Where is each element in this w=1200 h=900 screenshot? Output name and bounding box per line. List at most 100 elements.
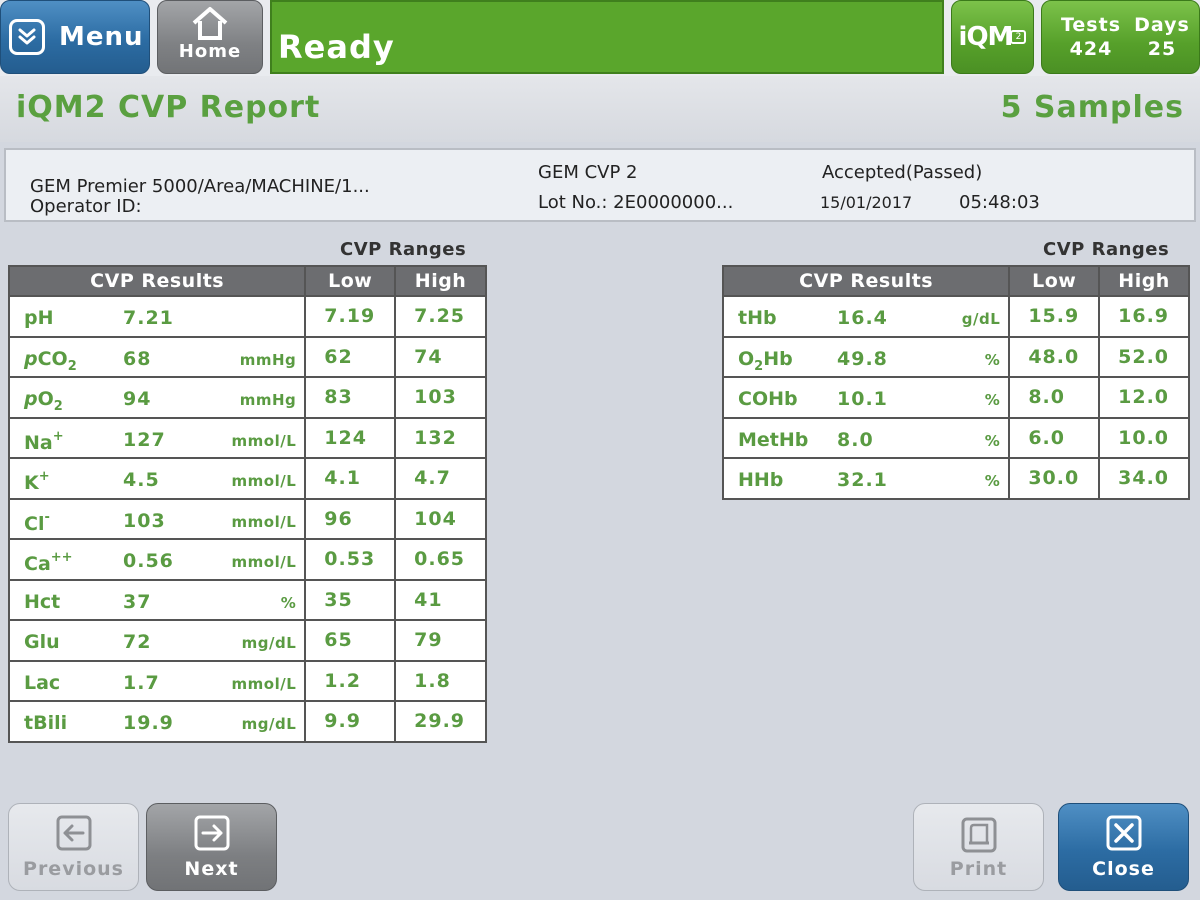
analyte-unit: mmol/L xyxy=(231,553,297,571)
range-high: 74 xyxy=(394,335,487,378)
range-low: 65 xyxy=(304,619,397,662)
analyte-unit: mmHg xyxy=(239,350,297,369)
analyte-value: 94 xyxy=(123,388,152,410)
home-button[interactable]: Home xyxy=(157,0,263,74)
column-header-results: CVP Results xyxy=(721,265,1011,297)
range-low: 48.0 xyxy=(1008,335,1101,378)
range-low: 8.0 xyxy=(1008,376,1101,419)
range-high: 41 xyxy=(394,578,487,621)
report-time: 05:48:03 xyxy=(959,192,1040,213)
analyte-value: 1.7 xyxy=(123,671,160,694)
range-high: 132 xyxy=(394,416,487,459)
close-label: Close xyxy=(1092,858,1155,880)
analyte-name: tBili xyxy=(24,712,68,734)
analyte-unit: mmol/L xyxy=(231,512,297,531)
table-row: O2Hb 49.8% 48.0 52.0 xyxy=(721,335,1190,378)
table-row: tBili 19.9 mg/dL 9.9 29.9 xyxy=(7,700,487,743)
analyte-value: 32.1 xyxy=(837,469,888,491)
days-value: 25 xyxy=(1147,38,1177,60)
table-row: Na+ 127 mmol/L 124 132 xyxy=(7,416,487,459)
table-row: Cl- 103 mmol/L 96 104 xyxy=(7,497,487,540)
close-button[interactable]: Close xyxy=(1058,803,1189,891)
analyte-name: Hct xyxy=(24,590,61,613)
analyte-unit: mmol/L xyxy=(231,674,297,693)
table-row: pO2 94 mmHg 83 103 xyxy=(7,376,487,419)
acceptance-status: Accepted(Passed) xyxy=(822,162,983,183)
analyte-name: COHb xyxy=(738,388,798,410)
analyte-value: 127 xyxy=(123,428,166,451)
menu-label: Menu xyxy=(59,22,144,52)
column-header-low: Low xyxy=(304,265,397,297)
range-low: 9.9 xyxy=(304,700,397,743)
arrow-right-icon xyxy=(147,814,276,854)
range-high: 12.0 xyxy=(1098,376,1190,419)
range-high: 104 xyxy=(394,497,487,540)
iqm-badge: 2 xyxy=(1010,30,1027,44)
range-low: 62 xyxy=(304,335,397,378)
analyte-name: pCO2 xyxy=(24,347,77,374)
analyte-name: Ca++ xyxy=(24,550,73,575)
print-label: Print xyxy=(949,858,1008,880)
sample-count: 5 Samples xyxy=(1000,90,1184,125)
analyte-value: 16.4 xyxy=(837,307,888,329)
printer-icon xyxy=(914,814,1043,854)
analyte-value: 19.9 xyxy=(123,712,174,734)
analyte-name: Lac xyxy=(24,671,61,694)
iqm-button[interactable]: iQM 2 xyxy=(951,0,1034,74)
analyte-name: O2Hb xyxy=(738,347,793,374)
analyte-value: 7.21 xyxy=(123,307,174,329)
analyte-name: tHb xyxy=(738,307,777,329)
analyte-unit: % xyxy=(984,391,1001,409)
previous-button[interactable]: Previous xyxy=(8,803,139,891)
range-high: 34.0 xyxy=(1098,457,1190,500)
next-button[interactable]: Next xyxy=(146,803,277,891)
previous-label: Previous xyxy=(23,858,124,880)
iqm-label: iQM xyxy=(958,22,1014,52)
table-row: K+ 4.5 mmol/L 4.1 4.7 xyxy=(7,457,487,500)
range-high: 4.7 xyxy=(394,457,487,500)
analyte-value: 72 xyxy=(123,631,152,653)
analyte-unit: % xyxy=(280,593,297,612)
range-low: 6.0 xyxy=(1008,416,1101,459)
analyte-name: pO2 xyxy=(24,388,63,414)
column-header-low: Low xyxy=(1008,265,1101,297)
home-label: Home xyxy=(178,41,242,62)
home-icon xyxy=(158,5,262,41)
analyte-value: 68 xyxy=(123,347,152,370)
report-info-panel: GEM Premier 5000/Area/MACHINE/1... Opera… xyxy=(4,148,1196,222)
analyte-name: Na+ xyxy=(24,428,64,454)
days-label: Days xyxy=(1134,14,1190,36)
analyte-value: 10.1 xyxy=(837,388,888,410)
analyte-unit: mmol/L xyxy=(231,431,297,450)
analyte-name: MetHb xyxy=(738,428,809,451)
print-button[interactable]: Print xyxy=(913,803,1044,891)
range-high: 1.8 xyxy=(394,659,487,702)
analyte-name: Cl- xyxy=(24,509,50,535)
range-low: 83 xyxy=(304,376,397,419)
range-low: 124 xyxy=(304,416,397,459)
analyte-unit: % xyxy=(984,472,1001,490)
tests-days-button[interactable]: Tests 424 Days 25 xyxy=(1041,0,1200,74)
menu-button[interactable]: Menu xyxy=(0,0,150,74)
cvp-ranges-label-right: CVP Ranges xyxy=(1043,239,1170,260)
range-high: 29.9 xyxy=(394,700,487,743)
range-low: 0.53 xyxy=(304,538,397,581)
range-low: 4.1 xyxy=(304,457,397,500)
next-label: Next xyxy=(184,858,239,880)
analyte-name: HHb xyxy=(738,469,784,491)
tests-value: 424 xyxy=(1069,38,1113,60)
range-high: 103 xyxy=(394,376,487,419)
column-header-high: High xyxy=(1098,265,1190,297)
range-high: 52.0 xyxy=(1098,335,1190,378)
table-row: tHb 16.4 g/dL 15.9 16.9 xyxy=(721,295,1190,338)
range-high: 79 xyxy=(394,619,487,662)
column-header-results: CVP Results xyxy=(7,265,307,297)
table-row: HHb 32.1% 30.0 34.0 xyxy=(721,457,1190,500)
table-row: pCO2 68 mmHg 62 74 xyxy=(7,335,487,378)
range-high: 0.65 xyxy=(394,538,487,581)
analyte-name: K+ xyxy=(24,469,50,494)
range-low: 96 xyxy=(304,497,397,540)
analyte-unit: % xyxy=(984,350,1001,369)
analyte-name: Glu xyxy=(24,631,60,653)
cvp-ranges-label-left: CVP Ranges xyxy=(340,239,467,260)
